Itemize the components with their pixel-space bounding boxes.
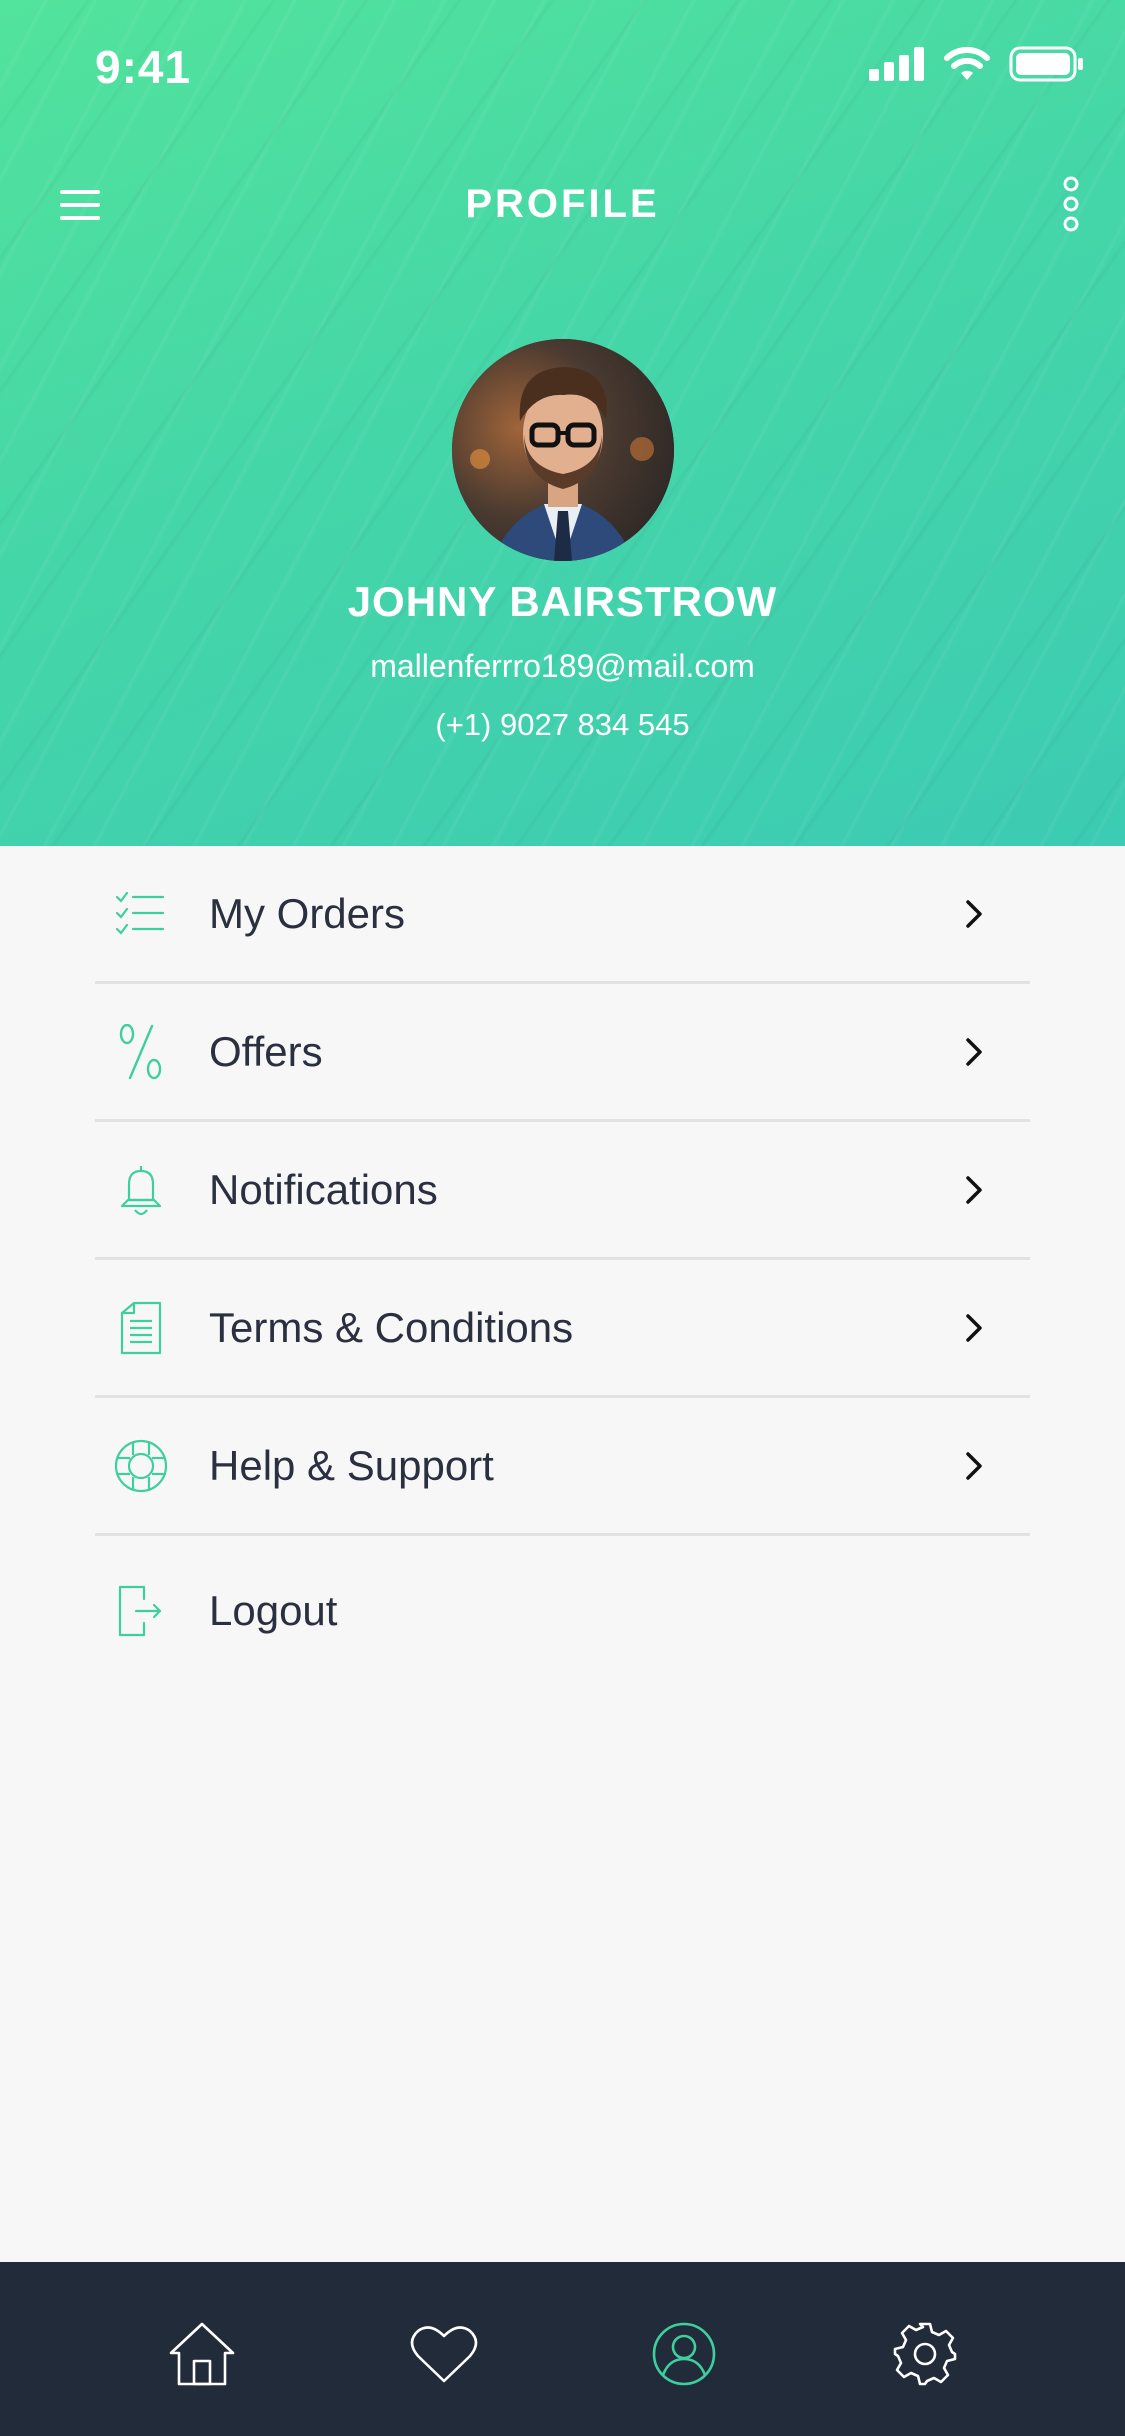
- menu-item-label: My Orders: [209, 889, 406, 937]
- lifebuoy-icon: [113, 1438, 169, 1494]
- document-icon: [113, 1300, 169, 1356]
- menu-item-label: Help & Support: [209, 1441, 494, 1489]
- heart-icon: [410, 2326, 478, 2383]
- bottom-tab-bar: [0, 2262, 1125, 2436]
- chevron-right-icon: [966, 1451, 982, 1480]
- menu-item-offers[interactable]: Offers: [95, 984, 1030, 1122]
- menu-item-label: Logout: [209, 1587, 338, 1634]
- profile-menu: My Orders Offers Notifications Terms & C…: [95, 846, 1030, 1686]
- menu-item-logout[interactable]: Logout: [95, 1536, 1030, 1686]
- tab-favorites[interactable]: [408, 2318, 480, 2390]
- chevron-right-icon: [966, 1037, 982, 1066]
- profile-icon: [652, 2322, 716, 2386]
- signal-icon: [869, 47, 924, 81]
- menu-item-label: Notifications: [209, 1165, 438, 1213]
- user-name: JOHNY BAIRSTROW: [347, 578, 778, 625]
- chevron-right-icon: [966, 1175, 982, 1204]
- chevron-right-icon: [966, 1313, 982, 1342]
- chevron-right-icon: [966, 899, 982, 928]
- avatar[interactable]: [452, 339, 674, 561]
- user-phone: (+1) 9027 834 545: [435, 707, 690, 742]
- home-icon: [169, 2322, 235, 2386]
- status-icons: [869, 46, 1085, 82]
- profile-header: 9:41 PROFILE JOHNY BAIRSTROW mallenferrr…: [0, 0, 1125, 846]
- settings-icon: [893, 2322, 957, 2386]
- menu-item-notifications[interactable]: Notifications: [95, 1122, 1030, 1260]
- page-title: PROFILE: [465, 182, 660, 226]
- menu-item-my-orders[interactable]: My Orders: [95, 846, 1030, 984]
- menu-item-label: Offers: [209, 1027, 323, 1075]
- logout-icon: [113, 1583, 169, 1639]
- checklist-icon: [113, 886, 169, 942]
- battery-icon: [1009, 46, 1083, 82]
- tab-profile[interactable]: [648, 2318, 720, 2390]
- user-email: mallenferrro189@mail.com: [370, 648, 755, 684]
- wifi-icon: [944, 47, 990, 80]
- avatar-photo: [452, 339, 674, 561]
- status-time: 9:41: [95, 41, 192, 93]
- more-vertical-icon: [1063, 176, 1079, 232]
- tab-settings[interactable]: [889, 2318, 961, 2390]
- tab-home[interactable]: [166, 2318, 238, 2390]
- menu-item-help-support[interactable]: Help & Support: [95, 1398, 1030, 1536]
- menu-item-terms[interactable]: Terms & Conditions: [95, 1260, 1030, 1398]
- menu-item-label: Terms & Conditions: [209, 1303, 574, 1351]
- more-options-button[interactable]: [1053, 176, 1089, 236]
- percent-icon: [113, 1023, 169, 1080]
- bell-icon: [113, 1162, 169, 1218]
